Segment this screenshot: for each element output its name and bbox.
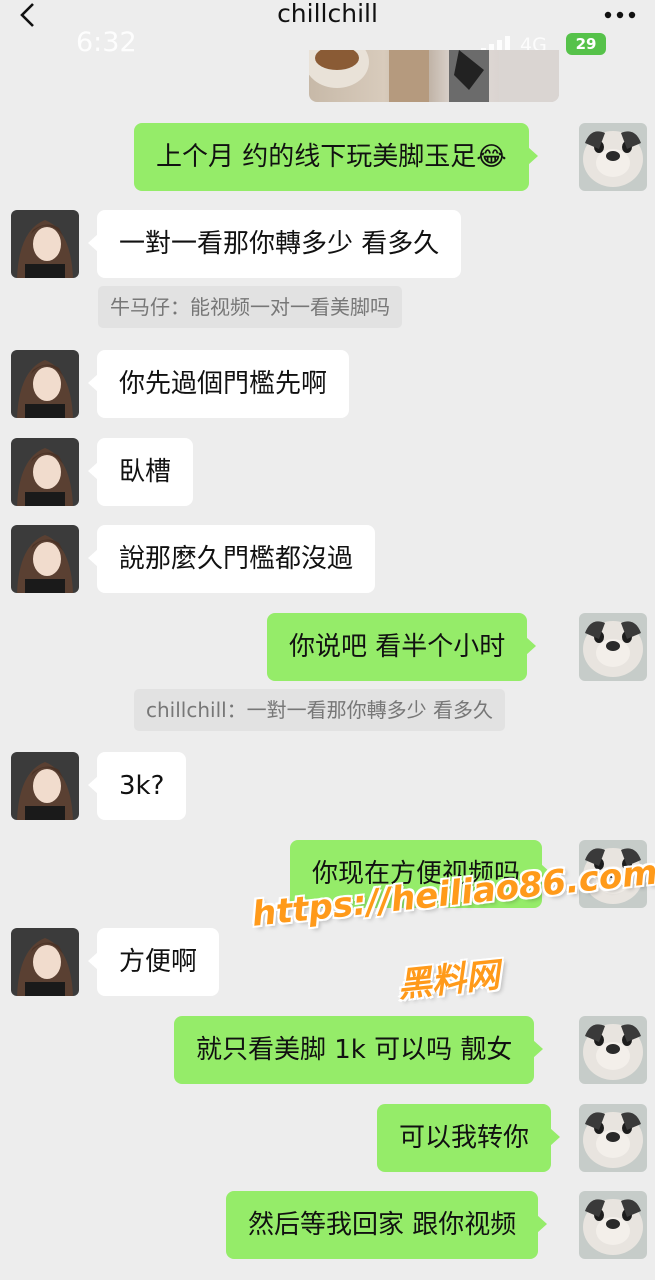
photo-thumbnail <box>309 50 559 102</box>
message-incoming[interactable]: 3k? <box>87 752 187 820</box>
message-incoming[interactable]: 一對一看那你轉多少 看多久 <box>87 210 462 278</box>
avatar-contact[interactable] <box>11 752 79 820</box>
message-incoming[interactable]: 你先過個門檻先啊 <box>87 350 350 418</box>
message-outgoing[interactable]: 就只看美脚 1k 可以吗 靓女 <box>174 1016 544 1084</box>
message-outgoing[interactable]: 可以我转你 <box>377 1104 561 1172</box>
watermark-name: 黑料网 <box>395 955 502 1006</box>
chat-screen: chillchill 6:32 4G 29 上个月 约的线下玩美脚玉足😂 一對一… <box>0 0 655 1280</box>
message-incoming[interactable]: 方便啊 <box>87 928 220 996</box>
message-outgoing[interactable]: 你说吧 看半个小时 <box>267 613 537 681</box>
avatar-self[interactable] <box>579 613 647 681</box>
status-time: 6:32 <box>76 27 137 58</box>
avatar-self[interactable] <box>579 1191 647 1259</box>
avatar-contact[interactable] <box>11 210 79 278</box>
avatar-self[interactable] <box>579 1104 647 1172</box>
chat-header: chillchill 6:32 4G 29 <box>0 0 655 58</box>
avatar-contact[interactable] <box>11 928 79 996</box>
image-message[interactable] <box>309 50 559 102</box>
message-outgoing[interactable]: 上个月 约的线下玩美脚玉足😂 <box>134 123 538 191</box>
message-outgoing[interactable]: 然后等我回家 跟你视频 <box>226 1191 548 1259</box>
battery-badge: 29 <box>566 33 606 55</box>
avatar-self[interactable] <box>579 1016 647 1084</box>
avatar-self[interactable] <box>579 123 647 191</box>
avatar-contact[interactable] <box>11 350 79 418</box>
avatar-contact[interactable] <box>11 438 79 506</box>
avatar-contact[interactable] <box>11 525 79 593</box>
quoted-reply[interactable]: chillchill：一對一看那你轉多少 看多久 <box>134 689 506 731</box>
quoted-reply[interactable]: 牛马仔：能视频一对一看美脚吗 <box>98 286 402 328</box>
more-dots-icon[interactable] <box>603 10 637 20</box>
message-incoming[interactable]: 臥槽 <box>87 438 194 506</box>
chat-title: chillchill <box>277 0 378 28</box>
message-incoming[interactable]: 說那麼久門檻都沒過 <box>87 525 376 593</box>
